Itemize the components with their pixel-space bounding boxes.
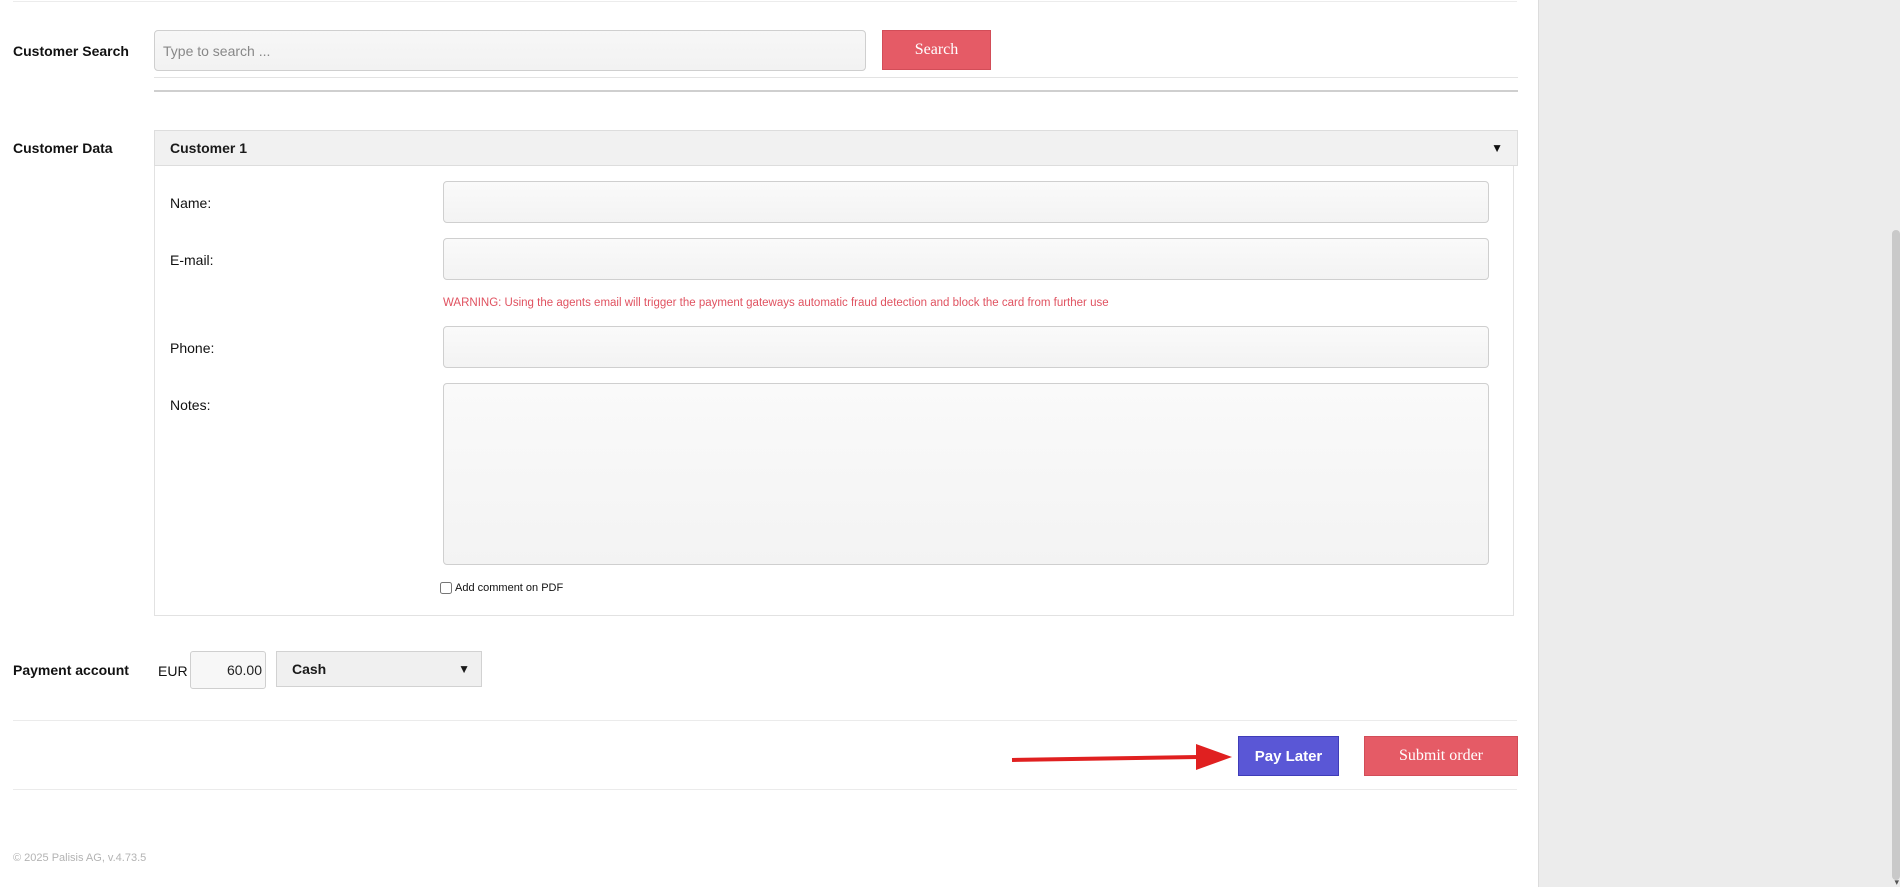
scrollbar-thumb[interactable] bbox=[1892, 230, 1900, 880]
email-warning-text: WARNING: Using the agents email will tri… bbox=[443, 297, 1109, 309]
payment-method-value: Cash bbox=[292, 661, 327, 677]
order-form-page: Customer Search Search Customer Data Cus… bbox=[0, 0, 1538, 887]
actions-divider-bottom bbox=[13, 789, 1517, 790]
phone-label: Phone: bbox=[170, 340, 215, 356]
customer-data-label: Customer Data bbox=[13, 140, 113, 156]
customer-search-input[interactable] bbox=[154, 30, 866, 71]
add-comment-label: Add comment on PDF bbox=[455, 582, 564, 594]
add-comment-checkbox[interactable] bbox=[440, 582, 452, 594]
payment-account-label: Payment account bbox=[13, 662, 129, 678]
name-label: Name: bbox=[170, 195, 212, 211]
search-divider bbox=[154, 77, 1518, 78]
name-field[interactable] bbox=[443, 181, 1489, 223]
actions-divider-top bbox=[13, 720, 1517, 721]
accordion-title: Customer 1 bbox=[170, 140, 248, 156]
email-label: E-mail: bbox=[170, 252, 214, 268]
side-panel: ▾ bbox=[1538, 0, 1900, 887]
search-divider-bold bbox=[154, 90, 1518, 92]
top-divider bbox=[13, 1, 1517, 2]
chevron-down-icon: ▼ bbox=[458, 662, 470, 676]
submit-order-button[interactable]: Submit order bbox=[1364, 736, 1518, 776]
amount-input[interactable] bbox=[190, 651, 266, 689]
customer-accordion-header[interactable]: Customer 1 ▼ bbox=[154, 130, 1518, 166]
scroll-down-icon[interactable]: ▾ bbox=[1894, 877, 1899, 887]
notes-label: Notes: bbox=[170, 397, 211, 413]
currency-label: EUR bbox=[158, 663, 188, 679]
pay-later-button[interactable]: Pay Later bbox=[1238, 736, 1339, 776]
annotation-arrow-icon bbox=[1011, 744, 1232, 770]
email-field[interactable] bbox=[443, 238, 1489, 280]
notes-textarea[interactable] bbox=[443, 383, 1489, 565]
payment-method-select[interactable]: Cash ▼ bbox=[276, 651, 482, 687]
add-comment-option[interactable]: Add comment on PDF bbox=[440, 582, 563, 594]
copyright-text: © 2025 Palisis AG, v.4.73.5 bbox=[13, 852, 147, 864]
customer-search-label: Customer Search bbox=[13, 43, 129, 59]
caret-down-icon: ▼ bbox=[1491, 141, 1503, 155]
phone-field[interactable] bbox=[443, 326, 1489, 368]
search-button[interactable]: Search bbox=[882, 30, 991, 70]
